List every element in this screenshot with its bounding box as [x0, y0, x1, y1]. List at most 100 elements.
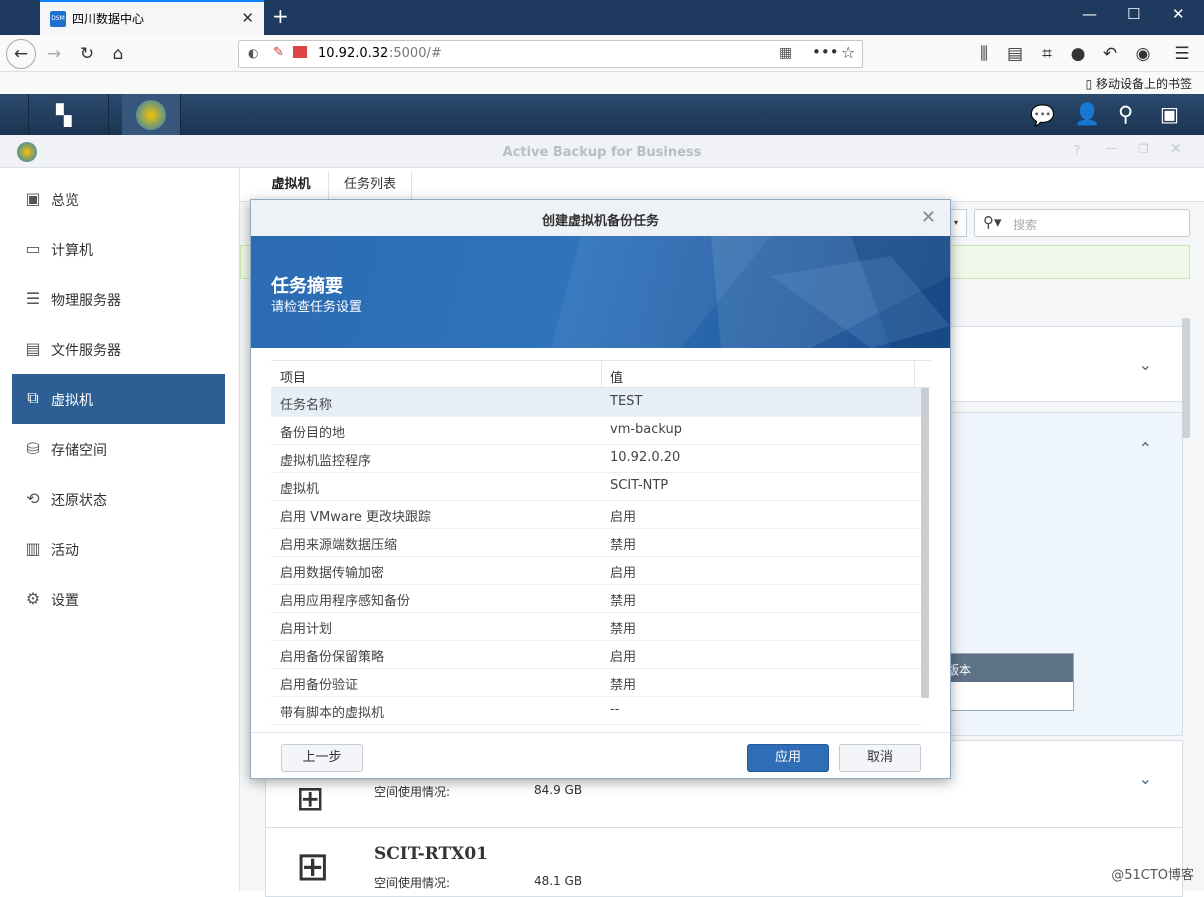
menu-icon[interactable]: ☰ [1168, 41, 1196, 67]
sidebar-item-label: 存储空间 [51, 443, 107, 459]
sidebar-item-file-server[interactable]: ▤ 文件服务器 [12, 325, 225, 373]
sidebar-item-label: 设置 [51, 593, 79, 609]
sidebar-item-storage[interactable]: ⛁ 存储空间 [12, 425, 225, 473]
row-value: 启用 [610, 650, 637, 665]
apply-button[interactable]: 应用 [747, 744, 829, 772]
table-row[interactable]: 虚拟机 SCIT-NTP [271, 472, 921, 501]
home-icon[interactable]: ⌂ [104, 41, 132, 67]
app-title-bar: Active Backup for Business ? — ❐ ✕ [0, 135, 1204, 168]
dialog-heading: 任务摘要 [271, 276, 343, 297]
table-row[interactable]: 启用 VMware 更改块跟踪 启用 [271, 500, 921, 529]
search-input[interactable]: ⚲▾ 搜索 [974, 209, 1190, 237]
main-menu-button[interactable]: ▚ [28, 94, 109, 135]
table-row[interactable]: 虚拟机监控程序 10.92.0.20 [271, 444, 921, 473]
vm-card[interactable]: ⊞ SCIT-RTX01 空间使用情况: 48.1 GB [265, 827, 1183, 897]
chat-icon[interactable]: ● [1064, 41, 1092, 67]
row-label: 启用 VMware 更改块跟踪 [280, 510, 432, 525]
row-label: 启用备份保留策略 [280, 650, 385, 665]
table-row[interactable]: 任务名称 TEST [271, 388, 921, 417]
qr-code-icon[interactable]: ▦ [779, 45, 792, 61]
chevron-down-icon[interactable]: ⌄ [1139, 769, 1152, 788]
mobile-bookmarks[interactable]: ▯ 移动设备上的书签 [1086, 75, 1192, 92]
sidebar-item-label: 物理服务器 [51, 293, 121, 309]
close-app-icon[interactable]: ✕ [1170, 141, 1182, 157]
close-icon[interactable]: ✕ [921, 207, 936, 228]
reload-icon[interactable]: ↻ [73, 41, 101, 67]
sidebar-item-activity[interactable]: ▥ 活动 [12, 525, 225, 573]
chevron-up-icon[interactable]: ⌃ [1139, 439, 1152, 458]
tab-vm[interactable]: 虚拟机 [261, 172, 321, 202]
widgets-icon[interactable]: ▣ [1160, 102, 1179, 126]
content-scrollbar[interactable] [1182, 318, 1190, 438]
new-tab-icon[interactable]: + [272, 4, 289, 28]
file-server-icon: ▤ [25, 339, 41, 358]
library-icon[interactable]: ⫼ [970, 41, 998, 67]
table-row[interactable]: 启用应用程序感知备份 禁用 [271, 584, 921, 613]
browser-tab[interactable]: DSM 四川数据中心 ✕ [40, 0, 264, 35]
row-value: 启用 [610, 510, 637, 525]
dsm-favicon-icon: DSM [50, 11, 66, 27]
usage-value: 48.1 GB [534, 874, 583, 888]
bookmark-star-icon[interactable]: ☆ [841, 43, 855, 62]
table-row[interactable]: 备份目的地 vm-backup [271, 416, 921, 445]
table-row[interactable]: 启用来源端数据压缩 禁用 [271, 528, 921, 557]
insecure-lock-icon[interactable]: ✎ [273, 45, 284, 60]
back-icon[interactable]: ← [6, 39, 36, 69]
column-header-value[interactable]: 值 [610, 367, 623, 386]
forward-icon[interactable]: → [40, 41, 68, 67]
url-path: :5000/# [389, 46, 442, 61]
table-row[interactable]: 启用计划 禁用 [271, 612, 921, 641]
row-value: 禁用 [610, 678, 637, 693]
search-icon[interactable]: ⚲ [1118, 102, 1133, 126]
dsm-taskbar: ▚ 💬 👤 ⚲ ▣ [0, 94, 1204, 135]
table-row[interactable]: 启用备份验证 禁用 [271, 668, 921, 697]
page-actions-icon[interactable]: ••• [812, 43, 839, 61]
row-value: 禁用 [610, 538, 637, 553]
notifications-icon[interactable]: 💬 [1030, 103, 1055, 127]
close-window-icon[interactable]: ✕ [1172, 5, 1185, 23]
usage-label: 空间使用情况: [374, 785, 451, 799]
table-row[interactable]: 启用备份保留策略 启用 [271, 640, 921, 669]
screenshot-icon[interactable]: ⌗ [1033, 41, 1061, 67]
dialog-title: 创建虚拟机备份任务 [541, 214, 659, 229]
row-value: -- [610, 702, 620, 717]
tab-title: 四川数据中心 [72, 12, 145, 26]
permission-icon[interactable] [293, 46, 307, 58]
help-icon[interactable]: ? [1074, 143, 1080, 157]
row-value: TEST [610, 394, 643, 409]
table-header: 项目 值 [271, 361, 931, 388]
minimize-app-icon[interactable]: — [1105, 141, 1117, 155]
url-bar[interactable]: ◐ ✎ 10.92.0.32 :5000/# ▦ ••• ☆ [238, 40, 863, 68]
version-table: 版本 [946, 653, 1074, 711]
sidebar-item-restore-status[interactable]: ⟲ 还原状态 [12, 475, 225, 523]
undo-icon[interactable]: ↶ [1096, 41, 1124, 67]
back-button[interactable]: 上一步 [281, 744, 363, 772]
cancel-button[interactable]: 取消 [839, 744, 921, 772]
shield-icon[interactable]: ◐ [248, 46, 258, 60]
close-tab-icon[interactable]: ✕ [241, 9, 254, 27]
chevron-down-icon[interactable]: ⌄ [1139, 355, 1152, 374]
active-backup-taskbar-button[interactable] [122, 94, 181, 135]
table-row[interactable]: 带有脚本的虚拟机 -- [271, 696, 921, 725]
maximize-icon[interactable]: ☐ [1127, 5, 1140, 23]
sidebar-item-overview[interactable]: ▣ 总览 [12, 175, 225, 223]
sidebar-item-computer[interactable]: ▭ 计算机 [12, 225, 225, 273]
row-label: 虚拟机 [280, 482, 320, 497]
account-icon[interactable]: ◉ [1129, 41, 1157, 67]
bookmark-bar: ▯ 移动设备上的书签 [0, 72, 1204, 94]
sidebar-item-label: 还原状态 [51, 493, 107, 509]
tab-task-list[interactable]: 任务列表 [328, 172, 412, 200]
table-row[interactable]: 启用数据传输加密 启用 [271, 556, 921, 585]
sidebar-toggle-icon[interactable]: ▤ [1001, 41, 1029, 67]
sidebar-item-physical-server[interactable]: ☰ 物理服务器 [12, 275, 225, 323]
restore-app-icon[interactable]: ❐ [1138, 142, 1149, 156]
row-value: 禁用 [610, 594, 637, 609]
sidebar-item-vm[interactable]: ⧉ 虚拟机 [12, 374, 225, 424]
column-header-item[interactable]: 项目 [280, 367, 306, 386]
row-label: 启用来源端数据压缩 [280, 538, 398, 553]
dialog-subheading: 请检查任务设置 [271, 300, 363, 315]
minimize-icon[interactable]: — [1082, 5, 1097, 23]
user-icon[interactable]: 👤 [1074, 102, 1100, 127]
sidebar-item-settings[interactable]: ⚙ 设置 [12, 575, 225, 623]
table-scrollbar[interactable] [921, 388, 929, 698]
